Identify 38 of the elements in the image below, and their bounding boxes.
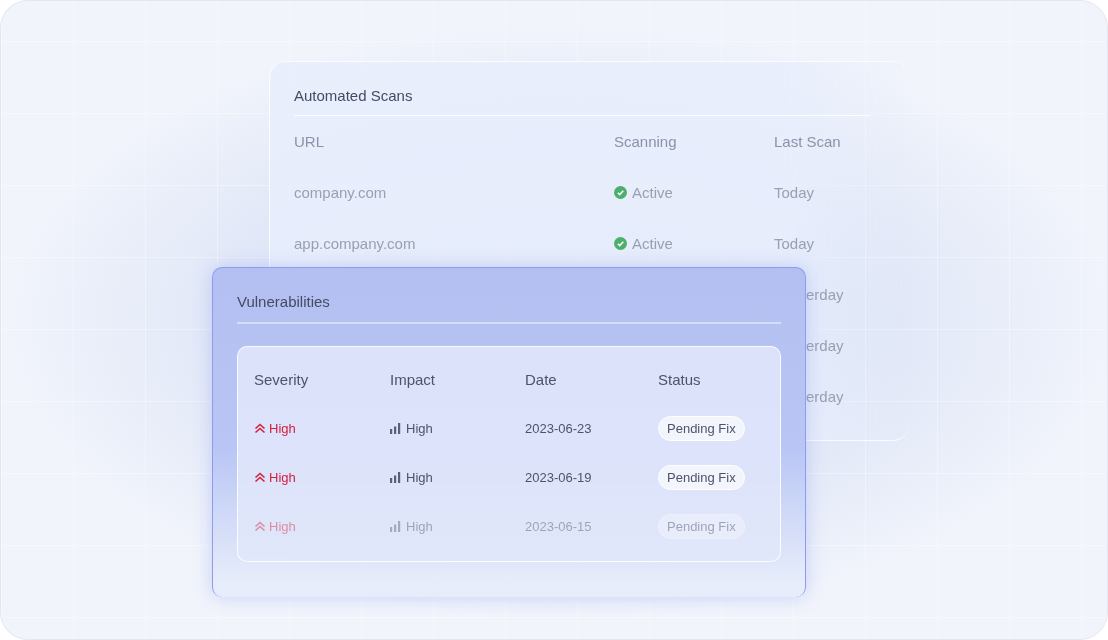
last-scan-cell-text: Today bbox=[774, 184, 816, 201]
double-chevron-up-icon bbox=[254, 472, 266, 483]
last-scan-cell-text: erday bbox=[805, 286, 845, 303]
status-badge: Pending Fix bbox=[658, 465, 745, 490]
date-cell-text: 2023-06-15 bbox=[525, 519, 593, 534]
column-header: Scanning bbox=[614, 133, 678, 150]
severity-cell: High bbox=[254, 470, 390, 485]
last-scan-cell-text: erday bbox=[805, 337, 845, 354]
url-cell-text: app.company.com bbox=[294, 235, 417, 252]
impact-cell: High bbox=[390, 421, 525, 436]
url-cell-text: company.com bbox=[294, 184, 388, 201]
status-badge: Pending Fix bbox=[658, 514, 745, 539]
last-scan-cell-text: Today bbox=[774, 235, 816, 252]
column-header: Date bbox=[525, 371, 558, 388]
column-header: Last Scan bbox=[774, 133, 842, 150]
column-header: Severity bbox=[254, 371, 310, 388]
scanning-status: Active bbox=[614, 235, 774, 252]
column-header: URL bbox=[294, 133, 325, 150]
bar-chart-icon bbox=[390, 423, 401, 434]
bar-chart-icon bbox=[390, 472, 401, 483]
impact-cell: High bbox=[390, 519, 525, 534]
severity-cell: High bbox=[254, 519, 390, 534]
column-header: Impact bbox=[390, 371, 436, 388]
last-scan-cell-text: erday bbox=[805, 388, 845, 405]
bar-chart-icon bbox=[390, 521, 401, 532]
card-title: Vulnerabilities bbox=[237, 268, 781, 324]
severity-cell: High bbox=[254, 421, 390, 436]
check-icon bbox=[614, 186, 627, 199]
card-title: Automated Scans bbox=[294, 62, 870, 116]
double-chevron-up-icon bbox=[254, 423, 266, 434]
date-cell-text: 2023-06-23 bbox=[525, 421, 593, 436]
date-cell-text: 2023-06-19 bbox=[525, 470, 593, 485]
double-chevron-up-icon bbox=[254, 521, 266, 532]
status-badge: Pending Fix bbox=[658, 416, 745, 441]
impact-cell: High bbox=[390, 470, 525, 485]
scanning-status: Active bbox=[614, 184, 774, 201]
check-icon bbox=[614, 237, 627, 250]
column-header: Status bbox=[658, 371, 702, 388]
